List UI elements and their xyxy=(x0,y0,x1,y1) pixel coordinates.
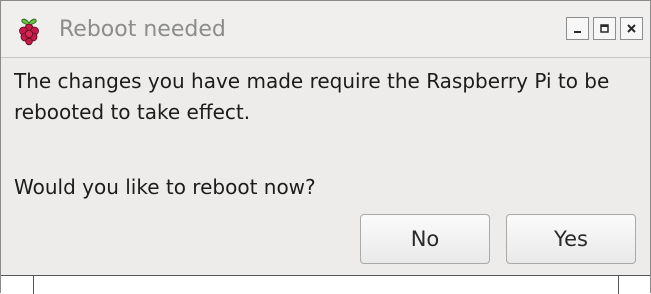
divider-line xyxy=(33,276,34,294)
no-button[interactable]: No xyxy=(360,214,490,264)
title-bar[interactable]: Reboot needed xyxy=(1,1,650,58)
reboot-question: Would you like to reboot now? xyxy=(14,175,316,199)
minimize-icon xyxy=(574,31,581,33)
maximize-button[interactable] xyxy=(593,17,616,40)
divider-line xyxy=(618,276,619,294)
reboot-message: The changes you have made require the Ra… xyxy=(14,69,610,124)
minimize-button[interactable] xyxy=(566,17,589,40)
maximize-icon xyxy=(600,24,609,33)
underlying-window-edge xyxy=(1,275,650,294)
window-title: Reboot needed xyxy=(59,17,226,42)
close-icon xyxy=(627,24,636,33)
reboot-dialog-window: Reboot needed The changes you have made … xyxy=(0,0,651,294)
raspberry-icon xyxy=(14,16,44,46)
yes-button[interactable]: Yes xyxy=(506,214,636,264)
close-button[interactable] xyxy=(620,17,643,40)
